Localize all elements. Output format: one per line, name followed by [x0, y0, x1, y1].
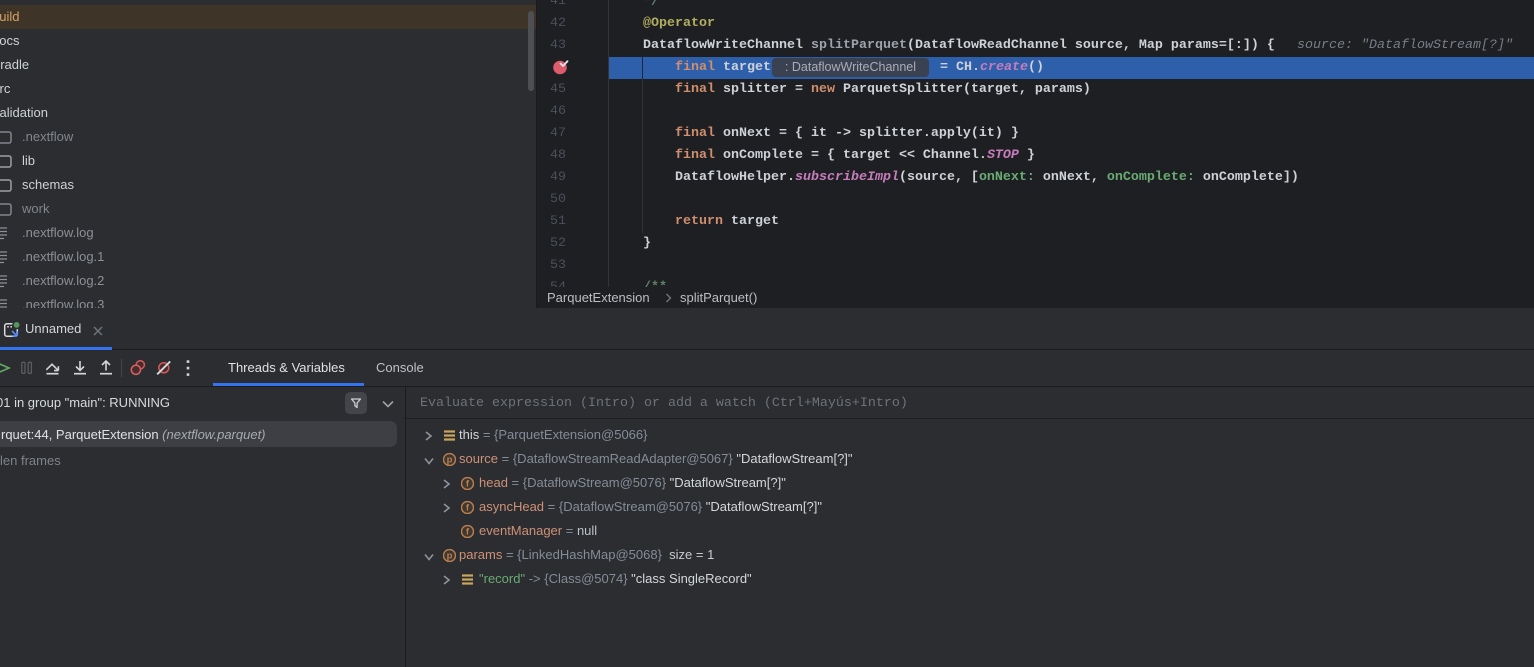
- svg-text:p: p: [447, 455, 453, 466]
- svg-text:p: p: [447, 551, 453, 562]
